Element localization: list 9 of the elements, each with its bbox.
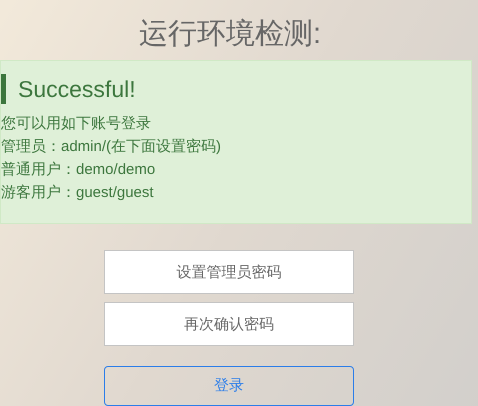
password-field[interactable]: 再次确认密码 (104, 302, 354, 346)
password-field[interactable]: 设置管理员密码 (104, 250, 354, 294)
alert-text: 您可以用如下账号登录 (1, 114, 152, 134)
alert-heading: Successful! (1, 74, 471, 104)
login-button[interactable]: 登录 (104, 366, 354, 406)
alert-text: 普通用户：demo/demo (1, 160, 156, 180)
alert-text: 游客用户：guest/guest (1, 183, 155, 203)
alert-text: 管理员：admin/(在下面设置密码) (1, 137, 222, 157)
page-title: 运行环境检测: (138, 17, 322, 52)
